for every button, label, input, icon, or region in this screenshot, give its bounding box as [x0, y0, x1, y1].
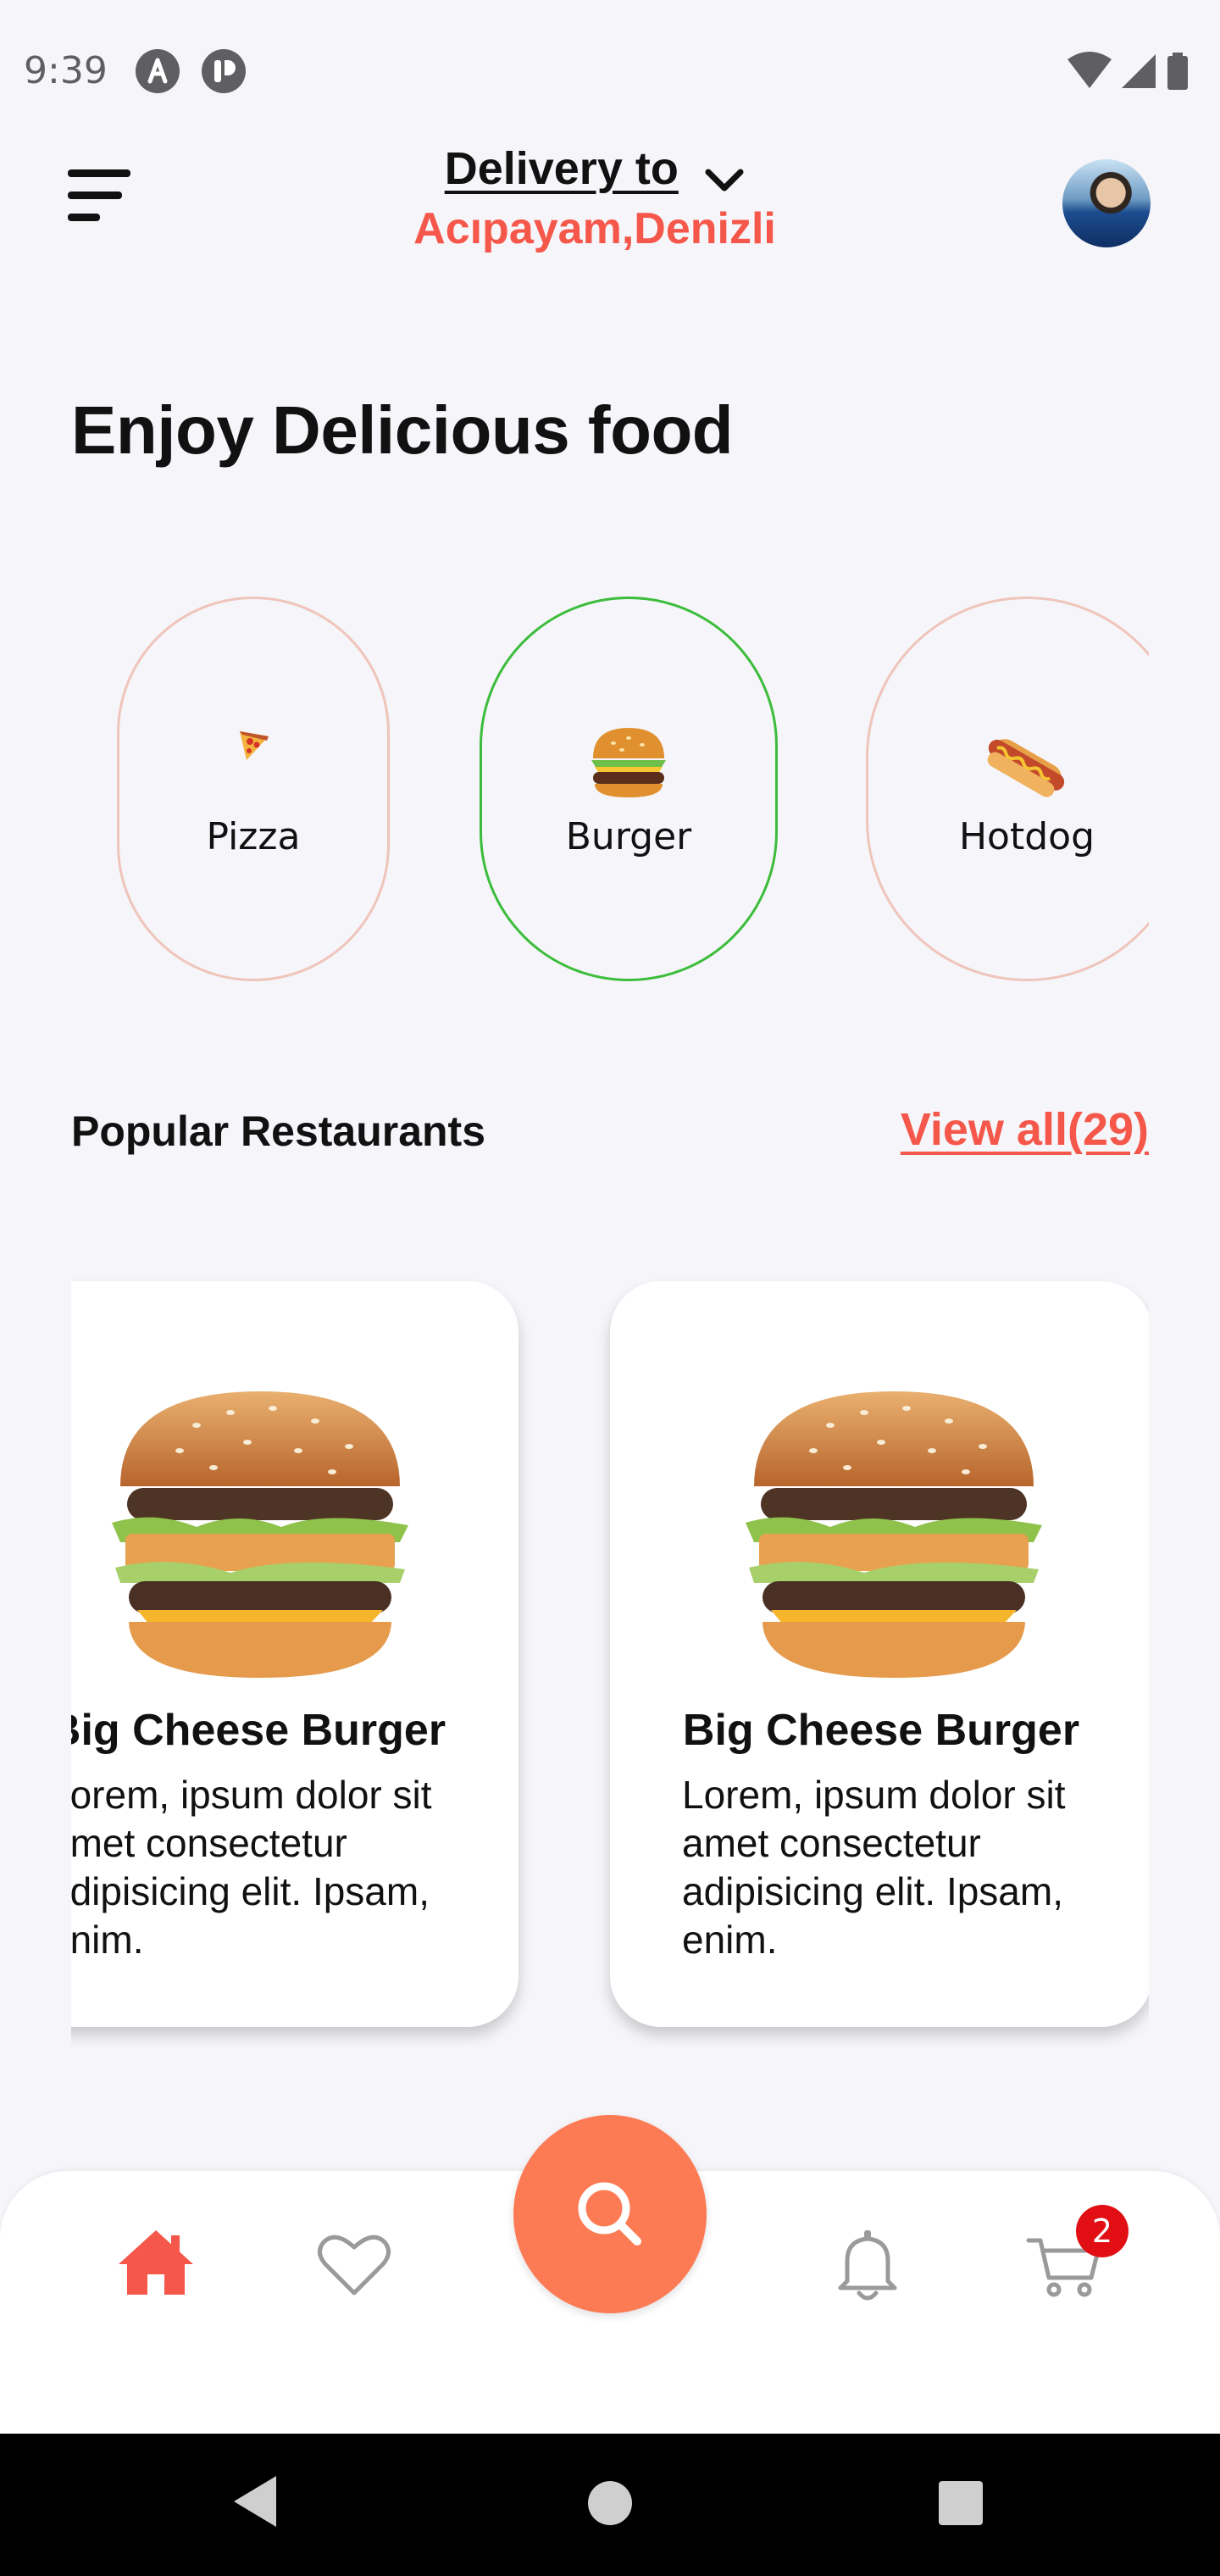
page-title: Enjoy Delicious food [71, 392, 734, 468]
category-hotdog[interactable]: Hotdog [866, 597, 1149, 981]
recents-icon [939, 2481, 983, 2525]
system-nav-bar [0, 2434, 1220, 2576]
burger-image [112, 1391, 408, 1678]
category-list: Pizza Burger Hotdog [71, 593, 1149, 991]
section-title: Popular Restaurants [71, 1108, 486, 1155]
restaurant-name: Big Cheese Burger [682, 1706, 1080, 1755]
search-icon [578, 2182, 641, 2246]
wifi-icon [1068, 52, 1112, 88]
home-icon[interactable] [114, 2222, 198, 2307]
home-circle-icon [588, 2481, 632, 2525]
status-indicators [1068, 52, 1188, 90]
restaurant-name: Big Cheese Burger [71, 1706, 446, 1755]
home-screen: 9:39 Delivery to Acıpayam,Denizli Enjoy … [0, 0, 1220, 2576]
avatar[interactable] [1062, 159, 1151, 247]
delivery-selector[interactable]: Delivery to [0, 142, 1190, 195]
battery-icon [1167, 53, 1188, 90]
status-bar: 9:39 [0, 0, 1220, 144]
signal-icon [1122, 54, 1156, 88]
chevron-down-icon[interactable] [704, 168, 745, 193]
category-label: Burger [565, 815, 692, 858]
cart-badge: 2 [1076, 2205, 1128, 2257]
restaurant-list: Big Cheese Burger Lorem, ipsum dolor sit… [71, 1271, 1149, 2068]
heart-icon[interactable] [312, 2222, 396, 2307]
restaurant-card[interactable]: Big Cheese Burger Lorem, ipsum dolor sit… [610, 1281, 1149, 2027]
app-p-icon [202, 49, 246, 93]
hotdog-icon [868, 726, 1149, 806]
bell-icon[interactable] [825, 2222, 910, 2307]
search-button[interactable] [513, 2115, 707, 2313]
category-pizza[interactable]: Pizza [117, 597, 390, 981]
delivery-label[interactable]: Delivery to [445, 143, 679, 194]
pizza-icon [119, 726, 387, 767]
app-a-icon [136, 49, 180, 93]
burger-icon [482, 721, 775, 806]
back-icon [234, 2476, 276, 2527]
category-label: Hotdog [958, 815, 1095, 858]
status-time: 9:39 [24, 49, 108, 92]
restaurant-card[interactable]: Big Cheese Burger Lorem, ipsum dolor sit… [71, 1281, 518, 2027]
category-burger[interactable]: Burger [480, 597, 778, 981]
delivery-location[interactable]: Acıpayam,Denizli [0, 203, 1190, 254]
restaurant-description: Lorem, ipsum dolor sit amet consectetur … [682, 1773, 1066, 1962]
view-all-link[interactable]: View all(29) [901, 1103, 1149, 1156]
category-label: Pizza [206, 815, 301, 858]
restaurant-description: Lorem, ipsum dolor sit amet consectetur … [71, 1773, 432, 1962]
burger-image [746, 1391, 1042, 1678]
